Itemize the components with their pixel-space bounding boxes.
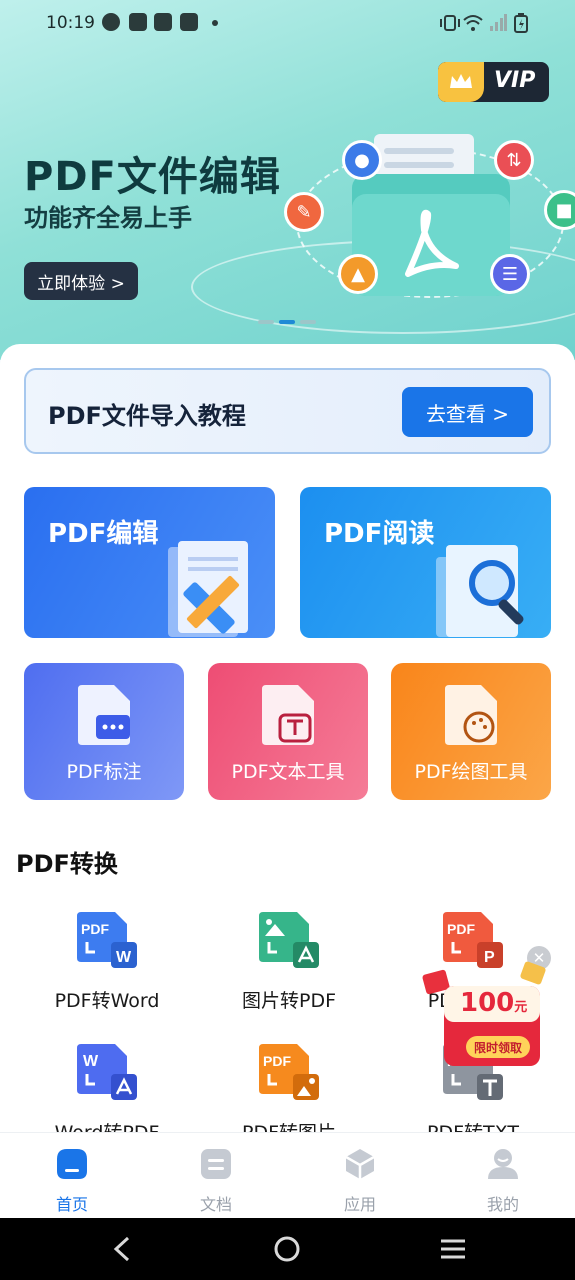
palette-icon [445,685,497,745]
word-to-pdf-icon: W [77,1044,137,1100]
system-navigation-bar [0,1218,575,1280]
battery-icon [514,13,528,33]
status-bag-icon [129,13,147,31]
svg-text:PDF: PDF [447,921,475,937]
pen-bubble-icon: ✎ [284,192,324,232]
pdf-text-tool-card[interactable]: PDF文本工具 [208,663,368,800]
status-more-dot [212,20,218,26]
signal-icon [490,14,507,31]
status-app-icon [102,13,120,31]
nav-label-profile: 我的 [486,1195,519,1214]
annotate-icon [78,685,130,745]
image-to-pdf-label: 图片转PDF [241,990,337,1012]
nav-item-home[interactable]: 首页 [27,1143,117,1215]
ruler-pencil-icon [168,541,248,637]
nav-item-apps[interactable]: 应用 [315,1143,405,1215]
cube-icon [345,1149,375,1179]
svg-text:W: W [83,1053,99,1070]
vip-label: VIP [494,68,536,93]
view-tutorial-button[interactable]: 去查看 > [402,387,533,437]
carousel-indicator[interactable] [258,320,316,324]
promo-amount-value: 100 [460,988,515,1018]
pdf-edit-label: PDF编辑 [48,519,159,549]
nav-label-documents: 文档 [199,1195,232,1214]
pdf-edit-card[interactable]: PDF编辑 [24,487,275,638]
home-circle-icon[interactable] [274,1236,300,1262]
list-bubble-icon: ☰ [490,254,530,294]
section-title-conversion: PDF转换 [16,850,118,878]
image-bubble-icon: ▲ [338,254,378,294]
user-bubble-icon: ● [342,140,382,180]
svg-text:W: W [116,949,132,966]
back-icon[interactable] [110,1236,134,1262]
promo-claim-button[interactable]: 限时领取 [466,1036,530,1058]
status-bag-icon [154,13,172,31]
hero-title: PDF文件编辑 [24,154,281,200]
pdf-to-word-label: PDF转Word [54,990,160,1012]
pdf-annotate-card[interactable]: PDF标注 [24,663,184,800]
vibrate-icon [440,15,460,31]
promo-amount: 100元 [460,988,527,1018]
status-time: 10:19 [46,13,95,33]
wifi-icon [463,15,483,31]
pdf-draw-tool-card[interactable]: PDF绘图工具 [391,663,551,800]
home-icon [57,1149,87,1179]
tutorial-title: PDF文件导入教程 [48,402,246,430]
pdf-text-tool-label: PDF文本工具 [231,761,345,783]
carousel-dot-active [279,320,295,324]
hero-subtitle: 功能齐全易上手 [24,204,192,232]
pdf-annotate-label: PDF标注 [66,761,142,783]
carousel-dot [300,320,316,324]
bottom-navigation: 首页 文档 应用 我的 [0,1132,575,1218]
convert-image-to-pdf[interactable]: 图片转PDF [202,912,372,1022]
red-packet-promo[interactable]: 100元 限时领取 [420,944,560,1074]
image-to-pdf-icon [259,912,319,968]
svg-text:PDF: PDF [263,1053,291,1069]
status-bar: 10:19 [0,0,575,46]
pdf-to-word-icon: PDF W [77,912,137,968]
vip-button[interactable]: VIP [438,62,549,102]
crown-icon [438,62,484,102]
try-now-button[interactable]: 立即体验 > [24,262,138,300]
status-bag-icon [180,13,198,31]
document-icon [201,1149,231,1179]
magnifier-doc-icon [436,545,524,637]
nav-item-profile[interactable]: 我的 [458,1143,548,1215]
nav-label-apps: 应用 [343,1195,376,1214]
text-tool-icon [262,685,314,745]
tutorial-banner[interactable]: PDF文件导入教程 去查看 > [24,368,551,454]
nav-label-home: 首页 [55,1195,88,1214]
hero-banner[interactable]: 10:19 VIP PDF文件编辑 功能齐全易上手 立即体验 > ● ✎ ▲ ⇅… [0,0,575,360]
carousel-dot [258,320,274,324]
convert-pdf-to-word[interactable]: PDF W PDF转Word [20,912,190,1022]
pdf-draw-tool-label: PDF绘图工具 [414,761,528,783]
pdf-read-card[interactable]: PDF阅读 [300,487,551,638]
compress-bubble-icon: ⇅ [494,140,534,180]
nav-item-documents[interactable]: 文档 [171,1143,261,1215]
menu-icon[interactable] [440,1238,466,1260]
pdf-to-image-icon: PDF [259,1044,319,1100]
svg-text:PDF: PDF [81,921,109,937]
pdf-read-label: PDF阅读 [324,519,435,549]
user-icon [488,1149,518,1179]
promo-amount-unit: 元 [514,1000,528,1015]
